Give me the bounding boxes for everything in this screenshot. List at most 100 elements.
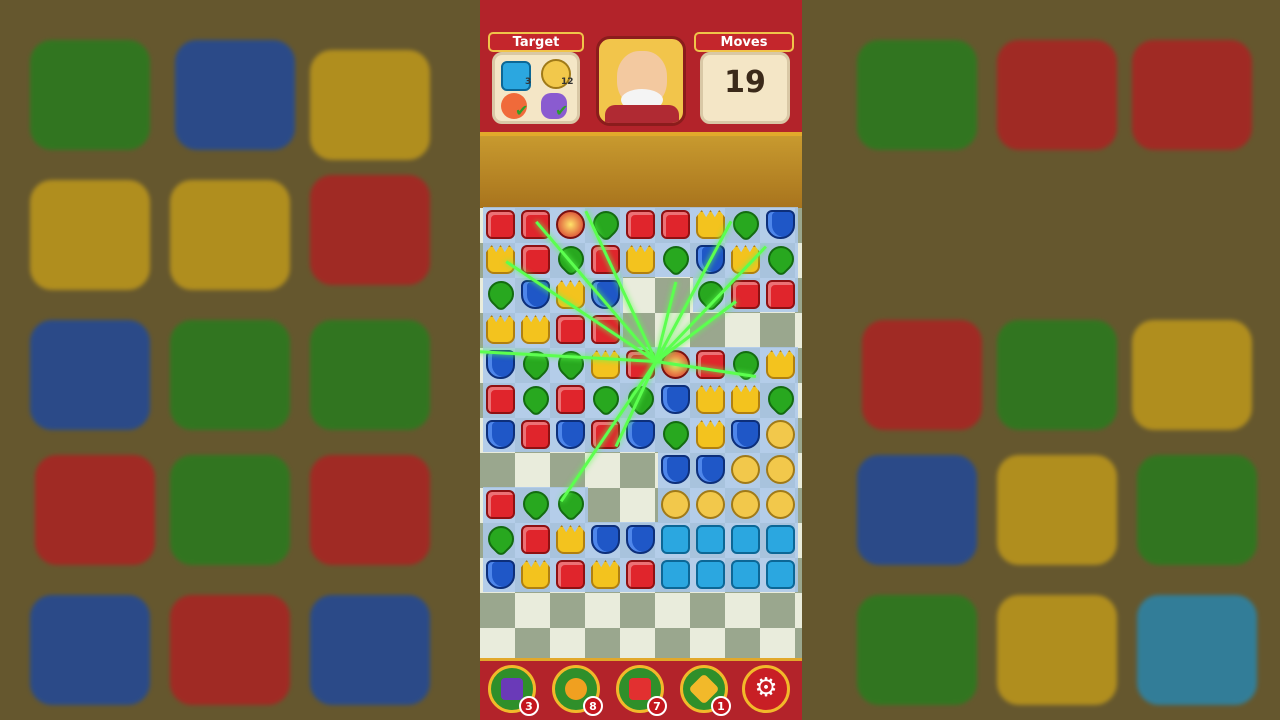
board-cell[interactable] <box>482 520 520 558</box>
board-cell[interactable] <box>483 207 518 242</box>
board-cell[interactable] <box>763 522 798 557</box>
board-cell[interactable] <box>483 417 518 452</box>
board-cell[interactable] <box>517 380 555 418</box>
board-cell[interactable] <box>763 277 798 312</box>
red-piece <box>556 385 585 414</box>
board-cell[interactable] <box>553 312 588 347</box>
board-cell[interactable] <box>518 312 553 347</box>
red-piece <box>766 280 795 309</box>
board-cell[interactable] <box>658 452 693 487</box>
board-cell[interactable] <box>763 452 798 487</box>
board-cell[interactable] <box>693 522 728 557</box>
board-cell[interactable] <box>553 382 588 417</box>
board-cell[interactable] <box>483 242 518 277</box>
board-cell[interactable] <box>763 487 798 522</box>
board-cell[interactable] <box>658 382 693 417</box>
board-cell[interactable] <box>623 207 658 242</box>
booster-count: 7 <box>647 696 667 716</box>
red-piece <box>486 385 515 414</box>
board-cell[interactable] <box>693 452 728 487</box>
board-cell[interactable] <box>763 417 798 452</box>
board-cell[interactable] <box>728 382 763 417</box>
board-cell[interactable] <box>518 557 553 592</box>
board-cell[interactable] <box>553 207 588 242</box>
board-cell[interactable] <box>483 487 518 522</box>
board-cell[interactable] <box>763 207 798 242</box>
board-cell[interactable] <box>762 240 800 278</box>
background-right <box>802 0 1280 720</box>
board-cell[interactable] <box>728 452 763 487</box>
red-piece <box>661 210 690 239</box>
board-cell[interactable] <box>728 487 763 522</box>
board-cell[interactable] <box>483 557 518 592</box>
board-cell[interactable] <box>623 242 658 277</box>
board-cell[interactable] <box>552 485 590 523</box>
blue-piece <box>486 560 515 589</box>
board-cell[interactable] <box>623 557 658 592</box>
board-cell[interactable] <box>693 487 728 522</box>
bird-piece <box>696 490 725 519</box>
board-cell[interactable] <box>658 557 693 592</box>
yellow-piece <box>591 350 620 379</box>
board-cell[interactable] <box>763 557 798 592</box>
moves-counter: 19 <box>724 65 766 100</box>
board-cell[interactable] <box>727 345 765 383</box>
booster-hydrant-button[interactable]: 7 <box>616 665 667 716</box>
board-cell[interactable] <box>518 522 553 557</box>
tin-piece <box>766 525 795 554</box>
board-cell[interactable] <box>727 205 765 243</box>
green-piece <box>657 415 695 453</box>
board-cell[interactable] <box>657 415 695 453</box>
board-cell[interactable] <box>552 345 590 383</box>
booster-rocket-button[interactable]: 8 <box>552 665 603 716</box>
board-cell[interactable] <box>588 242 623 277</box>
board-cell[interactable] <box>728 557 763 592</box>
background-left <box>0 0 480 720</box>
red-piece <box>731 280 760 309</box>
blue-piece <box>661 455 690 484</box>
board-cell[interactable] <box>553 417 588 452</box>
board-cell[interactable] <box>588 522 623 557</box>
board-cell[interactable] <box>658 207 693 242</box>
red-piece <box>696 350 725 379</box>
green-piece <box>482 520 520 558</box>
board-cell[interactable] <box>728 417 763 452</box>
board-cell[interactable] <box>762 380 800 418</box>
board-cell[interactable] <box>693 382 728 417</box>
board-cell[interactable] <box>517 485 555 523</box>
board-cell[interactable] <box>657 240 695 278</box>
special-piece <box>556 210 585 239</box>
blue-piece <box>731 420 760 449</box>
booster-gem-button[interactable]: 1 <box>680 665 731 716</box>
booster-hammer-button[interactable]: 3 <box>488 665 539 716</box>
board-cell[interactable] <box>693 347 728 382</box>
board-cell[interactable] <box>588 347 623 382</box>
board-cell[interactable] <box>728 242 763 277</box>
moves-panel: 19 <box>700 52 790 124</box>
board-cell[interactable] <box>553 557 588 592</box>
board-cell[interactable] <box>728 522 763 557</box>
blue-piece <box>766 210 795 239</box>
board-cell[interactable] <box>693 557 728 592</box>
board-cell[interactable] <box>587 380 625 418</box>
board-cell[interactable] <box>482 275 520 313</box>
board-cell[interactable] <box>518 417 553 452</box>
booster-count: 8 <box>583 696 603 716</box>
blue-piece <box>591 525 620 554</box>
settings-button[interactable]: ⚙ <box>742 665 790 713</box>
board-cell[interactable] <box>693 417 728 452</box>
yellow-piece <box>696 420 725 449</box>
board-cell[interactable] <box>658 487 693 522</box>
blue-piece <box>696 455 725 484</box>
board-cell[interactable] <box>658 522 693 557</box>
booster-count: 1 <box>711 696 731 716</box>
board-cell[interactable] <box>553 522 588 557</box>
board-cell[interactable] <box>588 557 623 592</box>
bird-piece <box>661 490 690 519</box>
board-cell[interactable] <box>623 522 658 557</box>
board-cell[interactable] <box>763 347 798 382</box>
board-cell[interactable] <box>483 312 518 347</box>
board-cell[interactable] <box>483 382 518 417</box>
green-piece <box>762 240 800 278</box>
hammer-icon <box>501 678 523 700</box>
